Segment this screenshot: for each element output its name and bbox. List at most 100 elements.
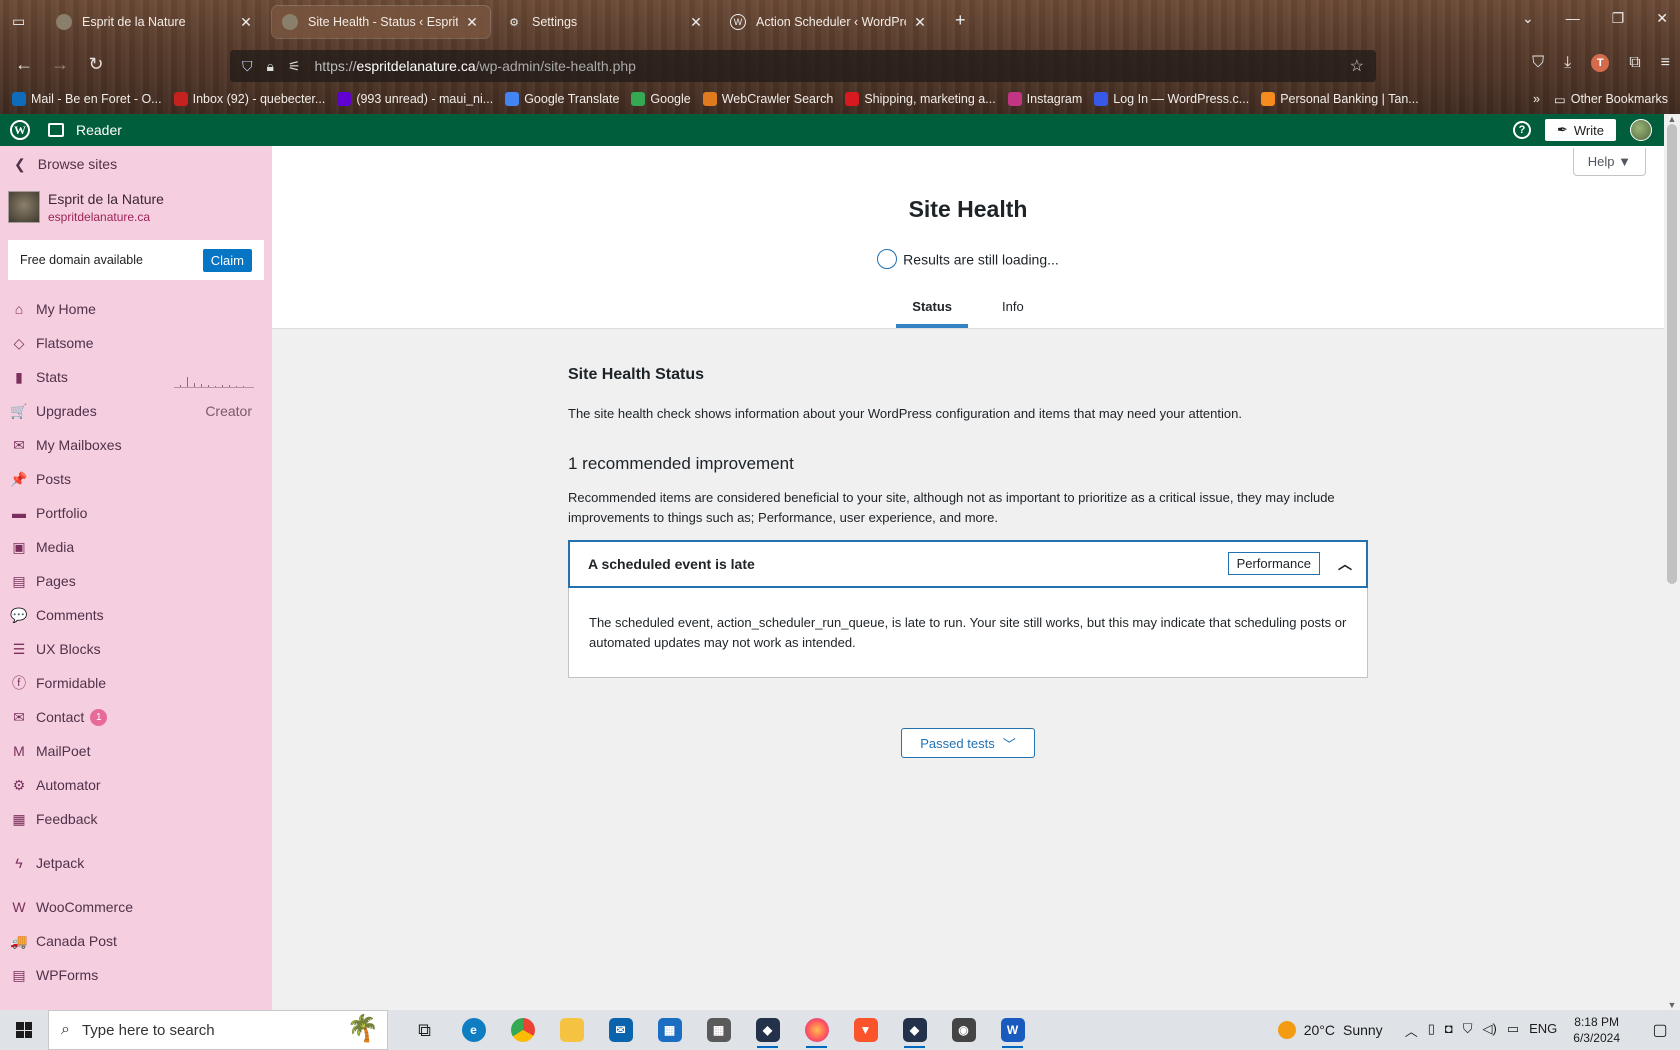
sidebar-item-pages[interactable]: ▤ Pages [0, 564, 272, 598]
extensions-icon[interactable]: ⧉ [1629, 54, 1640, 72]
sidebar-item-canada-post[interactable]: 🚚 Canada Post [0, 924, 272, 958]
profile-avatar[interactable]: T [1591, 54, 1610, 72]
app-1[interactable]: ◆ [743, 1010, 792, 1050]
claim-button[interactable]: Claim [202, 248, 252, 272]
explorer-app[interactable] [547, 1010, 596, 1050]
battery-icon[interactable]: ▯ [1428, 1021, 1435, 1040]
bookmark-item[interactable]: Mail - Be en Foret - O... [12, 92, 162, 106]
taskbar-search[interactable]: ⌕ Type here to search 🌴 [48, 1010, 388, 1050]
sidebar-item-stats[interactable]: ▮ Stats [0, 360, 272, 394]
site-info[interactable]: Esprit de la Nature espritdelanature.ca [0, 182, 272, 232]
network-icon[interactable]: ▭ [1507, 1021, 1519, 1040]
app-2[interactable]: ◆ [890, 1010, 939, 1050]
sidebar-item-media[interactable]: ▣ Media [0, 530, 272, 564]
brave-app[interactable]: ▼ [841, 1010, 890, 1050]
sidebar-item-woocommerce[interactable]: W WooCommerce [0, 890, 272, 924]
pocket-icon[interactable]: ⛉ [1532, 54, 1544, 72]
notifications-icon[interactable]: ▢ [1640, 1020, 1680, 1040]
back-icon[interactable]: ← [12, 54, 36, 75]
mail-app[interactable]: ✉ [596, 1010, 645, 1050]
user-avatar[interactable] [1630, 119, 1652, 141]
close-icon[interactable]: ✕ [464, 14, 480, 31]
write-button[interactable]: ✒ Write [1544, 119, 1616, 141]
reader-link[interactable]: Reader [48, 122, 122, 138]
tab-action-scheduler[interactable]: W Action Scheduler ‹ WordPress ✕ [720, 6, 938, 38]
sidebar-item-portfolio[interactable]: ▬ Portfolio [0, 496, 272, 530]
bookmark-star-icon[interactable]: ☆ [1350, 56, 1364, 76]
store-app[interactable]: ▦ [645, 1010, 694, 1050]
edge-app[interactable]: e [449, 1010, 498, 1050]
other-bookmarks[interactable]: » ▭ Other Bookmarks [1533, 92, 1668, 107]
sidebar-item-automator[interactable]: ⚙ Automator [0, 768, 272, 802]
passed-tests-button[interactable]: Passed tests ﹀ [901, 728, 1035, 759]
help-icon[interactable]: ? [1512, 121, 1531, 139]
word-app[interactable]: W [988, 1010, 1037, 1050]
sidebar-item-my-mailboxes[interactable]: ✉ My Mailboxes [0, 428, 272, 462]
chevron-double-right-icon[interactable]: » [1533, 92, 1540, 106]
task-view-button[interactable]: ⧉ [400, 1010, 449, 1050]
sidebar-item-feedback[interactable]: ▦ Feedback [0, 802, 272, 836]
sidebar-item-comments[interactable]: 💬 Comments [0, 598, 272, 632]
bookmark-item[interactable]: WebCrawler Search [702, 92, 833, 106]
page-scrollbar[interactable]: ▲ ▼ [1664, 114, 1680, 1010]
language-indicator[interactable]: ENG [1529, 1021, 1557, 1040]
tab-esprit[interactable]: Esprit de la Nature ✕ [46, 6, 264, 38]
close-icon[interactable]: ✕ [238, 14, 254, 31]
browse-sites-link[interactable]: ❮ Browse sites [0, 146, 272, 182]
help-button[interactable]: Help ▼ [1572, 148, 1646, 176]
permissions-icon[interactable]: ⚟ [288, 58, 301, 75]
tab-settings[interactable]: ⚙ Settings ✕ [496, 6, 714, 38]
tab-site-health[interactable]: Site Health - Status ‹ Esprit de la ✕ [272, 6, 490, 38]
tab-info[interactable]: Info [986, 299, 1040, 328]
bookmark-item[interactable]: Personal Banking | Tan... [1261, 92, 1419, 106]
scroll-up-icon[interactable]: ▲ [1664, 114, 1680, 124]
sidebar-item-upgrades[interactable]: 🛒 Upgrades Creator [0, 394, 272, 428]
bookmark-item[interactable]: Log In — WordPress.c... [1094, 92, 1249, 106]
close-icon[interactable]: ✕ [688, 14, 704, 31]
bookmark-item[interactable]: Google Translate [505, 92, 619, 106]
tabs-dropdown-icon[interactable]: ⌄ [1522, 10, 1534, 27]
sidebar-item-jetpack[interactable]: ϟ Jetpack [0, 846, 272, 880]
sidebar-item-posts[interactable]: 📌 Posts [0, 462, 272, 496]
start-button[interactable] [0, 1010, 48, 1050]
sidebar-item-wpforms[interactable]: ▤ WPForms [0, 958, 272, 992]
scroll-thumb[interactable] [1667, 124, 1677, 584]
firefox-app[interactable] [792, 1010, 841, 1050]
chevron-up-icon[interactable]: ︿ [1405, 1021, 1418, 1040]
close-window-icon[interactable]: ✕ [1656, 10, 1668, 27]
weather-widget[interactable]: 20°C Sunny [1277, 1021, 1383, 1039]
site-url[interactable]: espritdelanature.ca [48, 210, 164, 224]
wordpress-logo-icon[interactable]: W [10, 120, 30, 140]
security-icon[interactable]: ⛉ [1463, 1021, 1473, 1040]
chrome-app[interactable] [498, 1010, 547, 1050]
minimize-icon[interactable]: — [1566, 10, 1580, 27]
sidebar-item-ux-blocks[interactable]: ☰ UX Blocks [0, 632, 272, 666]
scroll-down-icon[interactable]: ▼ [1664, 1000, 1680, 1010]
sidebar-item-mailpoet[interactable]: M MailPoet [0, 734, 272, 768]
download-icon[interactable]: ⤓ [1564, 54, 1571, 72]
menu-icon[interactable]: ≡ [1661, 54, 1670, 72]
url-bar[interactable]: ⛉ 🔒︎ ⚟ https://espritdelanature.ca/wp-ad… [230, 50, 1376, 82]
bookmark-item[interactable]: Inbox (92) - quebecter... [173, 92, 325, 106]
bookmark-item[interactable]: Instagram [1007, 92, 1082, 106]
sidebar-item-contact[interactable]: ✉ Contact 1 [0, 700, 272, 734]
clock[interactable]: 8:18 PM 6/3/2024 [1573, 1014, 1620, 1046]
issue-toggle[interactable]: A scheduled event is late Performance ︿ [568, 539, 1368, 588]
shield-icon[interactable]: ⛉ [242, 58, 253, 75]
bookmark-item[interactable]: Shipping, marketing a... [845, 92, 996, 106]
close-icon[interactable]: ✕ [912, 14, 928, 31]
viewer-app[interactable]: ◉ [939, 1010, 988, 1050]
camera-icon[interactable]: ◘ [1445, 1021, 1453, 1040]
bookmark-item[interactable]: Google [631, 92, 691, 106]
tab-list-icon[interactable]: ▭ [12, 13, 25, 30]
forward-icon[interactable]: → [48, 54, 72, 75]
bookmark-item[interactable]: (993 unread) - maui_ni... [337, 92, 493, 106]
calculator-app[interactable]: ▦ [694, 1010, 743, 1050]
new-tab-icon[interactable]: + [955, 10, 966, 31]
lock-icon[interactable]: 🔒︎ [267, 58, 274, 75]
reload-icon[interactable]: ↻ [84, 54, 108, 75]
sidebar-item-formidable[interactable]: ⓕ Formidable [0, 666, 272, 700]
maximize-icon[interactable]: ❐ [1612, 10, 1625, 27]
sidebar-item-flatsome[interactable]: ◇ Flatsome [0, 326, 272, 360]
tab-status[interactable]: Status [896, 299, 969, 328]
